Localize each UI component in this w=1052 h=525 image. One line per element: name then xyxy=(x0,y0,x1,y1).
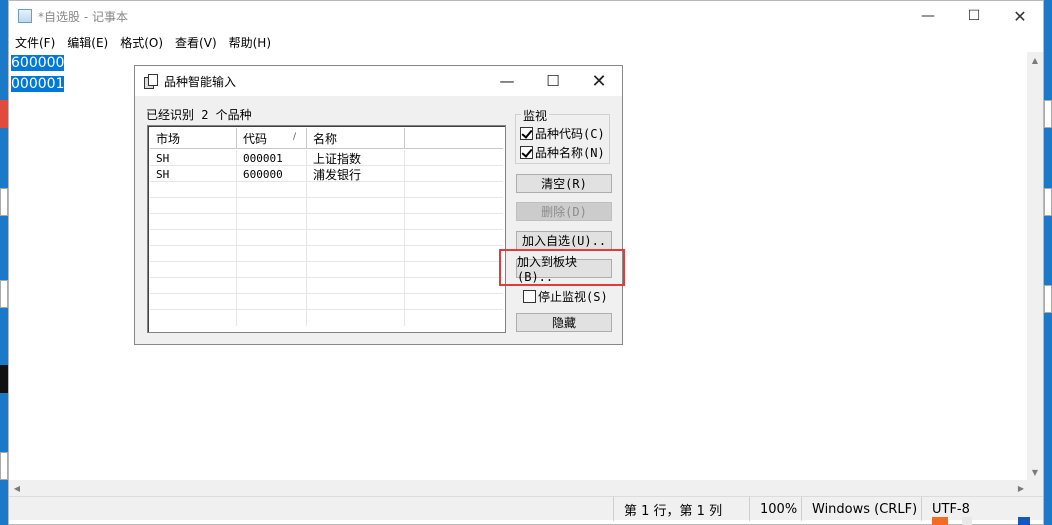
desktop-shortcut-icon[interactable] xyxy=(0,100,8,128)
status-line-ending: Windows (CRLF) xyxy=(801,497,921,521)
desktop-shortcut-icon[interactable] xyxy=(0,188,8,216)
recognized-count: 已经识别 2 个品种 xyxy=(146,108,252,122)
text-line: 600000 xyxy=(11,55,65,71)
dialog-maximize-icon[interactable]: ☐ xyxy=(530,66,576,96)
checkbox-label: 品种名称(N) xyxy=(535,146,605,160)
status-bar: 第 1 行，第 1 列 100% Windows (CRLF) UTF-8 xyxy=(9,496,1043,521)
cell-name: 上证指数 xyxy=(307,150,405,166)
dialog-close-icon[interactable]: ✕ xyxy=(576,66,622,96)
desktop-shortcut-icon[interactable] xyxy=(1044,188,1052,216)
dialog-minimize-icon[interactable]: — xyxy=(484,66,530,96)
menu-file[interactable]: 文件(F) xyxy=(9,34,61,51)
table-header: 市场 代码 / 名称 xyxy=(150,128,503,149)
scroll-down-icon[interactable]: ▼ xyxy=(1027,464,1043,480)
checkbox-stock-code[interactable]: 品种代码(C) xyxy=(520,125,605,142)
add-to-watchlist-button[interactable]: 加入自选(U).. xyxy=(516,231,612,250)
empty-row xyxy=(150,182,503,198)
delete-button[interactable]: 删除(D) xyxy=(516,202,612,221)
menu-edit[interactable]: 编辑(E) xyxy=(61,34,114,51)
cell-code: 600000 xyxy=(237,166,307,182)
minimize-icon[interactable]: — xyxy=(905,1,951,31)
maximize-icon[interactable]: ☐ xyxy=(951,1,997,31)
taskbar-app-icon[interactable] xyxy=(932,517,948,525)
notepad-title-bar[interactable]: *自选股 - 记事本 xyxy=(9,1,1043,31)
table-row[interactable]: SH 600000 浦发银行 xyxy=(150,166,503,182)
checkbox-stop-monitor[interactable]: 停止监视(S) xyxy=(523,288,608,305)
scrollbar-corner xyxy=(1027,480,1043,496)
text-line: 000001 xyxy=(11,76,65,92)
hide-button[interactable]: 隐藏 xyxy=(516,313,612,332)
taskbar-app-icon[interactable] xyxy=(1018,517,1030,525)
close-icon[interactable]: ✕ xyxy=(997,1,1043,31)
table-row[interactable]: SH 000001 上证指数 xyxy=(150,150,503,166)
column-header-market[interactable]: 市场 xyxy=(150,128,237,149)
column-header-code[interactable]: 代码 / xyxy=(237,128,307,149)
sort-indicator-icon: / xyxy=(292,132,296,142)
status-cursor-position: 第 1 行，第 1 列 xyxy=(613,497,749,521)
desktop-shortcut-icon[interactable] xyxy=(0,452,8,480)
desktop-shortcut-icon[interactable] xyxy=(0,280,8,308)
monitor-group-label: 监视 xyxy=(521,107,550,124)
menu-format[interactable]: 格式(O) xyxy=(114,34,169,51)
checkbox-checked-icon[interactable] xyxy=(520,146,533,159)
cell-code: 000001 xyxy=(237,150,307,166)
empty-row xyxy=(150,278,503,294)
empty-row xyxy=(150,294,503,310)
checkbox-label: 停止监视(S) xyxy=(538,290,608,304)
checkbox-stock-name[interactable]: 品种名称(N) xyxy=(520,144,605,161)
checkbox-unchecked-icon[interactable] xyxy=(523,290,536,303)
desktop-shortcut-icon[interactable] xyxy=(1044,285,1052,313)
column-header-name[interactable]: 名称 xyxy=(307,128,405,149)
highlight-box xyxy=(499,249,625,286)
dialog-title: 品种智能输入 xyxy=(164,74,237,89)
dialog-app-icon xyxy=(144,74,158,89)
scroll-up-icon[interactable]: ▲ xyxy=(1027,52,1043,68)
empty-row xyxy=(150,246,503,262)
column-header-empty xyxy=(405,128,503,149)
notepad-title: *自选股 - 记事本 xyxy=(38,9,128,24)
checkbox-label: 品种代码(C) xyxy=(535,127,605,141)
empty-row xyxy=(150,262,503,278)
cell-market: SH xyxy=(150,150,237,166)
empty-row xyxy=(150,310,503,326)
smart-input-dialog: 品种智能输入 — ☐ ✕ 已经识别 2 个品种 市场 代码 / 名称 SH 00… xyxy=(134,65,625,345)
desktop-right-strip xyxy=(1044,0,1052,525)
stock-list-table[interactable]: 市场 代码 / 名称 SH 000001 上证指数 SH 600000 浦发银行 xyxy=(147,125,506,333)
status-zoom: 100% xyxy=(749,497,801,521)
scroll-left-icon[interactable]: ◀ xyxy=(9,480,25,496)
taskbar-app-icon[interactable] xyxy=(962,517,972,525)
vertical-scrollbar[interactable]: ▲ ▼ xyxy=(1027,52,1043,480)
menu-view[interactable]: 查看(V) xyxy=(169,34,223,51)
menu-help[interactable]: 帮助(H) xyxy=(223,34,277,51)
empty-row xyxy=(150,230,503,246)
desktop-shortcut-icon[interactable] xyxy=(1044,100,1052,128)
desktop-shortcut-icon[interactable] xyxy=(0,365,8,393)
cell-name: 浦发银行 xyxy=(307,166,405,182)
notepad-text-area[interactable]: 600000 000001 xyxy=(11,53,65,95)
cell-market: SH xyxy=(150,166,237,182)
notepad-menu-bar: 文件(F) 编辑(E) 格式(O) 查看(V) 帮助(H) xyxy=(9,32,277,52)
clear-button[interactable]: 清空(R) xyxy=(516,174,612,193)
empty-row xyxy=(150,214,503,230)
empty-row xyxy=(150,198,503,214)
horizontal-scrollbar[interactable]: ◀ ▶ xyxy=(9,480,1029,496)
notepad-app-icon xyxy=(18,9,32,23)
checkbox-checked-icon[interactable] xyxy=(520,127,533,140)
